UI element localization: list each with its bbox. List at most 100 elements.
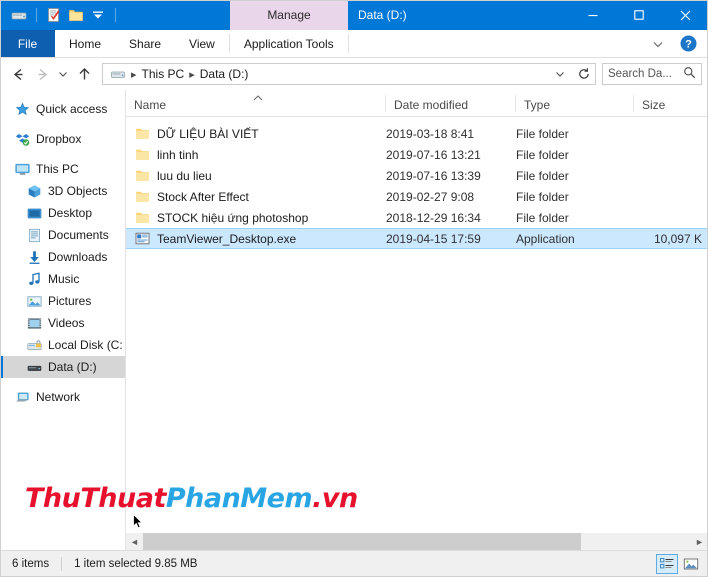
drive-icon[interactable] bbox=[8, 4, 30, 26]
customize-dropdown-icon[interactable] bbox=[87, 4, 109, 26]
properties-icon[interactable] bbox=[43, 4, 65, 26]
3d-objects-icon bbox=[26, 183, 42, 199]
tab-share[interactable]: Share bbox=[115, 30, 176, 57]
details-view-button[interactable] bbox=[656, 554, 678, 574]
tab-home[interactable]: Home bbox=[55, 30, 116, 57]
recent-locations-button[interactable] bbox=[54, 62, 72, 86]
sidebar-item-pictures[interactable]: Pictures bbox=[0, 290, 125, 312]
search-placeholder: Search Da... bbox=[608, 68, 672, 80]
view-mode-buttons bbox=[656, 551, 702, 577]
previous-locations-icon[interactable] bbox=[551, 62, 569, 86]
table-row[interactable]: linh tinh 2019-07-16 13:21 File folder bbox=[126, 144, 708, 165]
tab-application-tools[interactable]: Application Tools bbox=[229, 30, 348, 57]
breadcrumb-bar[interactable]: ▸ This PC ▸ Data (D:) bbox=[102, 63, 596, 85]
sort-ascending-icon bbox=[252, 91, 264, 101]
horizontal-scrollbar[interactable]: ◄ ► bbox=[126, 533, 708, 550]
column-header-type-label: Type bbox=[524, 98, 551, 112]
back-button[interactable] bbox=[6, 62, 30, 86]
file-name-cell: linh tinh bbox=[126, 147, 386, 163]
sidebar-item-documents[interactable]: Documents bbox=[0, 224, 125, 246]
monitor-icon bbox=[14, 161, 30, 177]
file-type-cell: Application bbox=[516, 231, 575, 246]
application-icon bbox=[134, 231, 150, 247]
sidebar-item-music[interactable]: Music bbox=[0, 268, 125, 290]
file-name-text: linh tinh bbox=[157, 147, 199, 162]
sidebar-item-videos[interactable]: Videos bbox=[0, 312, 125, 334]
column-header-size[interactable]: Size bbox=[634, 90, 704, 116]
table-row[interactable]: STOCK hiệu ứng photoshop 2018-12-29 16:3… bbox=[126, 207, 708, 228]
sidebar-item-label: 3D Objects bbox=[48, 184, 108, 198]
sidebar-item-label: Network bbox=[36, 390, 81, 404]
sidebar-gap-1 bbox=[0, 150, 125, 158]
breadcrumb-this-pc[interactable]: This PC bbox=[139, 64, 188, 84]
sidebar-item-downloads[interactable]: Downloads bbox=[0, 246, 125, 268]
sidebar-item-desktop[interactable]: Desktop bbox=[0, 202, 125, 224]
file-name-text: STOCK hiệu ứng photoshop bbox=[157, 210, 309, 225]
file-name-text: DỮ LIỆU BÀI VIẾT bbox=[157, 126, 259, 141]
sidebar-item-network[interactable]: Network bbox=[0, 386, 125, 408]
file-date-cell: 2018-12-29 16:34 bbox=[386, 210, 481, 225]
file-type-cell: File folder bbox=[516, 168, 569, 183]
table-row[interactable]: DỮ LIỆU BÀI VIẾT 2019-03-18 8:41 File fo… bbox=[126, 123, 708, 144]
scrollbar-thumb[interactable] bbox=[143, 533, 582, 550]
folder-icon bbox=[134, 189, 150, 205]
sidebar-item-label: Music bbox=[48, 272, 80, 286]
ribbon-tabs: File Home Share View Application Tools ? bbox=[0, 30, 708, 58]
table-row[interactable]: luu du lieu 2019-07-16 13:39 File folder bbox=[126, 165, 708, 186]
sidebar-item-3d-objects[interactable]: 3D Objects bbox=[0, 180, 125, 202]
scroll-left-icon[interactable]: ◄ bbox=[126, 533, 143, 550]
music-icon bbox=[26, 271, 42, 287]
tab-file[interactable]: File bbox=[0, 30, 55, 57]
column-header-name[interactable]: Name bbox=[126, 90, 386, 116]
table-row[interactable]: Stock After Effect 2019-02-27 9:08 File … bbox=[126, 186, 708, 207]
new-folder-icon[interactable] bbox=[65, 4, 87, 26]
up-button[interactable] bbox=[72, 62, 96, 86]
file-name-cell: TeamViewer_Desktop.exe bbox=[126, 231, 386, 247]
close-button[interactable] bbox=[662, 0, 708, 30]
contextual-tab-manage[interactable]: Manage bbox=[230, 0, 348, 30]
folder-icon bbox=[134, 210, 150, 226]
file-date-cell: 2019-07-16 13:21 bbox=[386, 147, 481, 162]
search-icon[interactable] bbox=[683, 66, 696, 82]
sidebar-item-dropbox[interactable]: Dropbox bbox=[0, 128, 125, 150]
file-type-cell: File folder bbox=[516, 147, 569, 162]
sidebar-item-label: Local Disk (C: bbox=[48, 338, 123, 352]
tab-home-label: Home bbox=[69, 36, 102, 51]
file-date-cell: 2019-02-27 9:08 bbox=[386, 189, 475, 204]
help-icon[interactable]: ? bbox=[678, 34, 698, 54]
file-type-cell: File folder bbox=[516, 210, 569, 225]
qat-separator-1 bbox=[36, 8, 37, 22]
table-row[interactable]: TeamViewer_Desktop.exe 2019-04-15 17:59 … bbox=[126, 228, 708, 249]
minimize-button[interactable] bbox=[570, 0, 616, 30]
breadcrumb-separator-1: ▸ bbox=[189, 68, 195, 81]
mouse-cursor bbox=[133, 513, 144, 530]
sidebar-item-label: Documents bbox=[48, 228, 109, 242]
sidebar-item-label: Pictures bbox=[48, 294, 92, 308]
breadcrumb-data-d[interactable]: Data (D:) bbox=[197, 64, 252, 84]
column-header-date-label: Date modified bbox=[394, 98, 469, 112]
sidebar-item-quick-access[interactable]: Quick access bbox=[0, 98, 125, 120]
window-title-text: Data (D:) bbox=[358, 8, 407, 22]
file-type-cell: File folder bbox=[516, 126, 569, 141]
column-headers: Name Date modified Type Size bbox=[126, 90, 708, 117]
sidebar-item-label: Desktop bbox=[48, 206, 93, 220]
maximize-button[interactable] bbox=[616, 0, 662, 30]
videos-icon bbox=[26, 315, 42, 331]
documents-icon bbox=[26, 227, 42, 243]
sidebar-item-data-d[interactable]: Data (D:) bbox=[0, 356, 125, 378]
refresh-icon[interactable] bbox=[575, 62, 593, 86]
scrollbar-track[interactable] bbox=[143, 533, 691, 550]
tab-share-label: Share bbox=[129, 36, 162, 51]
breadcrumb-drive-icon[interactable] bbox=[107, 64, 129, 84]
sidebar-item-label: Downloads bbox=[48, 250, 108, 264]
search-input[interactable]: Search Da... bbox=[602, 63, 702, 85]
large-icons-view-button[interactable] bbox=[680, 554, 702, 574]
sidebar-item-this-pc[interactable]: This PC bbox=[0, 158, 125, 180]
tab-view[interactable]: View bbox=[175, 30, 229, 57]
column-header-date-modified[interactable]: Date modified bbox=[386, 90, 516, 116]
file-date-cell: 2019-07-16 13:39 bbox=[386, 168, 481, 183]
sidebar-item-local-disk-c[interactable]: Local Disk (C: bbox=[0, 334, 125, 356]
chevron-down-icon[interactable] bbox=[648, 34, 668, 54]
column-header-type[interactable]: Type bbox=[516, 90, 634, 116]
scroll-right-icon[interactable]: ► bbox=[691, 533, 708, 550]
